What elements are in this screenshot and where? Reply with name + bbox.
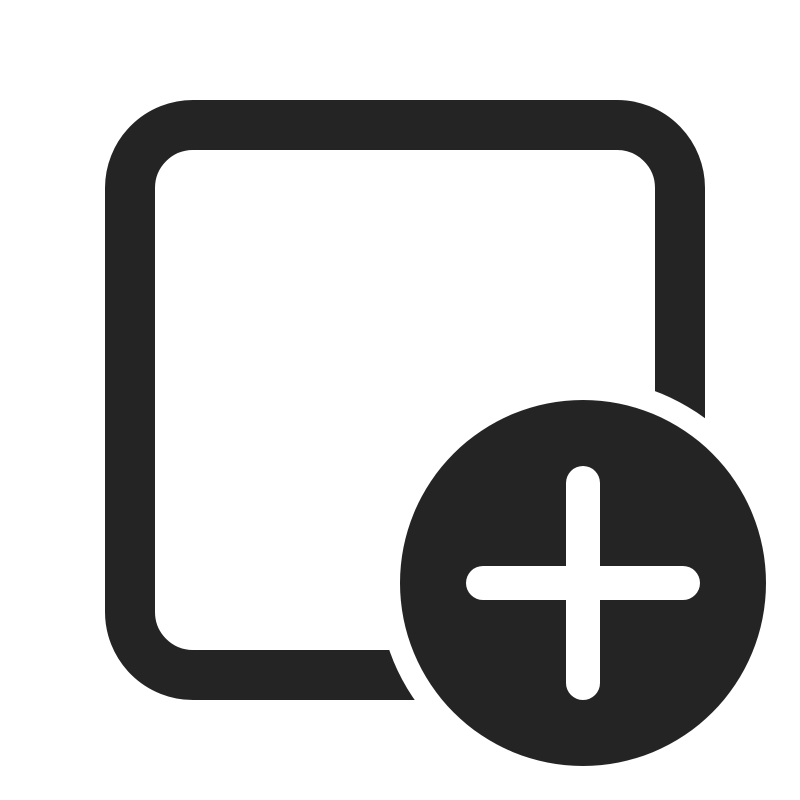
square-add-icon — [105, 100, 766, 766]
icon-canvas — [0, 0, 800, 800]
